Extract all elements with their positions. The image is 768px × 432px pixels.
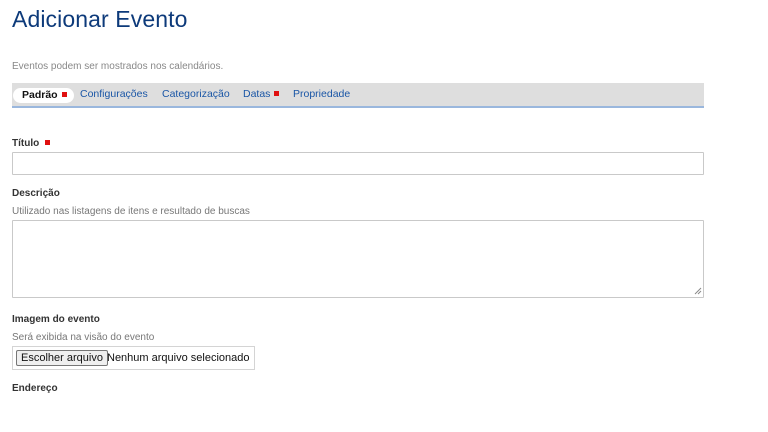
resize-handle-icon[interactable] bbox=[694, 287, 702, 295]
tab-label: Datas bbox=[243, 88, 271, 100]
tab-configuracoes[interactable]: Configurações bbox=[80, 87, 148, 102]
file-input: Escolher arquivo Nenhum arquivo selecion… bbox=[12, 346, 255, 370]
required-marker-icon bbox=[61, 91, 67, 97]
tab-padrao[interactable]: Padrão bbox=[13, 88, 74, 103]
required-marker-icon bbox=[45, 139, 51, 145]
page-description: Eventos podem ser mostrados nos calendár… bbox=[12, 61, 224, 72]
tab-bar: Padrão Configurações Categorização Datas… bbox=[12, 83, 704, 108]
description-textarea[interactable] bbox=[12, 220, 704, 298]
page-title: Adicionar Evento bbox=[12, 6, 188, 32]
image-label: Imagem do evento bbox=[12, 314, 100, 325]
title-input[interactable] bbox=[12, 152, 704, 175]
tab-label: Categorização bbox=[162, 88, 230, 100]
tab-label: Configurações bbox=[80, 88, 148, 100]
description-label: Descrição bbox=[12, 188, 60, 199]
tab-propriedade[interactable]: Propriedade bbox=[293, 87, 350, 102]
choose-file-button[interactable]: Escolher arquivo bbox=[16, 350, 108, 366]
description-help-text: Utilizado nas listagens de itens e resul… bbox=[12, 206, 250, 217]
image-help-text: Será exibida na visão do evento bbox=[12, 332, 155, 343]
tab-label: Padrão bbox=[22, 89, 58, 101]
address-label: Endereço bbox=[12, 383, 58, 394]
tab-label: Propriedade bbox=[293, 88, 351, 100]
required-marker-icon bbox=[274, 90, 280, 96]
tab-categorizacao[interactable]: Categorização bbox=[162, 87, 230, 102]
tab-datas[interactable]: Datas bbox=[243, 87, 280, 102]
title-label: Título bbox=[12, 138, 51, 149]
title-label-text: Título bbox=[12, 138, 40, 149]
file-status-text: Nenhum arquivo selecionado bbox=[107, 352, 250, 364]
